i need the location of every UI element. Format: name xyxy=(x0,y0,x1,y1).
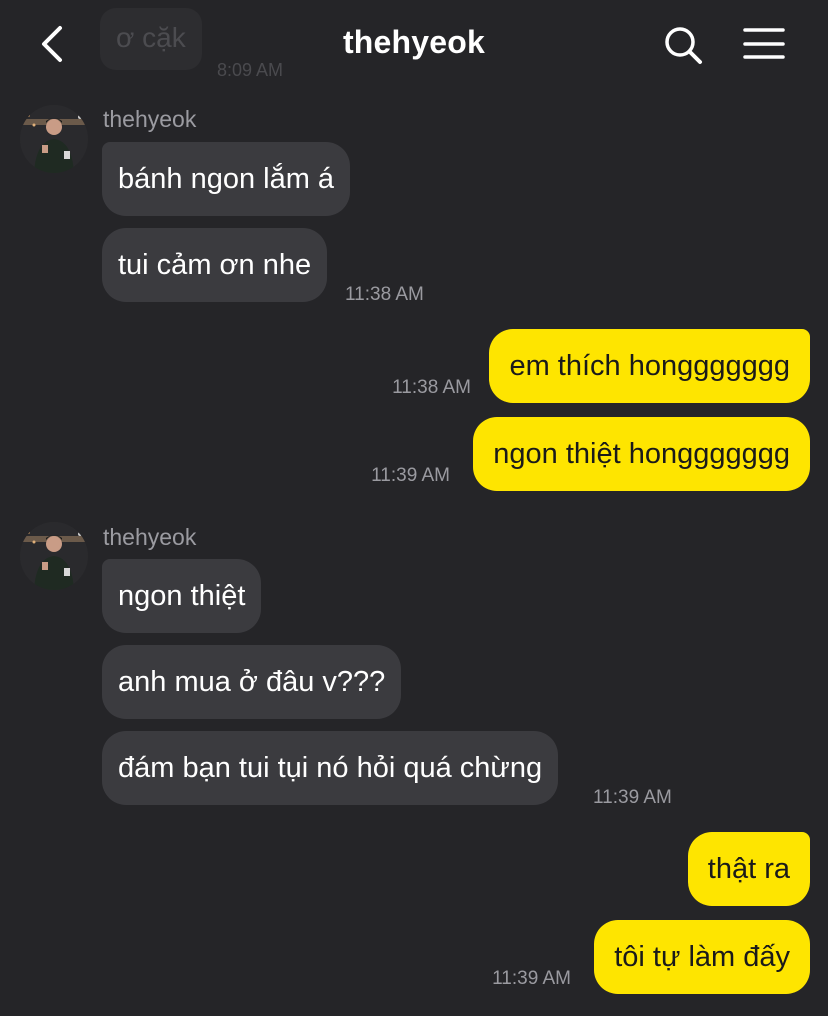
incoming-message[interactable]: đám bạn tui tụi nó hỏi quá chừng xyxy=(102,731,559,805)
sender-name: thehyeok xyxy=(103,106,197,132)
outgoing-message[interactable]: thật ra xyxy=(687,832,810,906)
sender-name: thehyeok xyxy=(103,524,197,550)
incoming-message[interactable]: ngon thiệt xyxy=(102,559,262,633)
incoming-message[interactable]: bánh ngon lắm á xyxy=(102,142,351,216)
message-time: 11:39 AM xyxy=(371,465,450,486)
incoming-message[interactable]: tui cảm ơn nhe xyxy=(102,228,328,302)
sender-avatar[interactable] xyxy=(20,105,88,173)
message-time: 11:39 AM xyxy=(492,968,571,989)
search-button[interactable] xyxy=(662,24,704,66)
chat-screen: ơ cặk 8:09 AM thehyeok thehyeok bánh ngo… xyxy=(0,0,828,1016)
outgoing-message[interactable]: em thích honggggggg xyxy=(489,329,810,403)
message-time: 11:39 AM xyxy=(593,787,672,808)
profile-photo-icon xyxy=(20,522,88,590)
incoming-message[interactable]: anh mua ở đâu v??? xyxy=(102,645,402,719)
sender-avatar[interactable] xyxy=(20,522,88,590)
message-time: 11:38 AM xyxy=(345,284,424,305)
search-icon xyxy=(665,27,702,64)
profile-photo-icon xyxy=(20,105,88,173)
chat-header: thehyeok xyxy=(0,0,828,92)
outgoing-message[interactable]: ngon thiệt honggggggg xyxy=(473,417,810,491)
menu-button[interactable] xyxy=(742,26,786,62)
hamburger-menu-icon xyxy=(743,28,785,59)
outgoing-message[interactable]: tôi tự làm đấy xyxy=(594,920,810,994)
message-time: 11:38 AM xyxy=(392,377,471,398)
